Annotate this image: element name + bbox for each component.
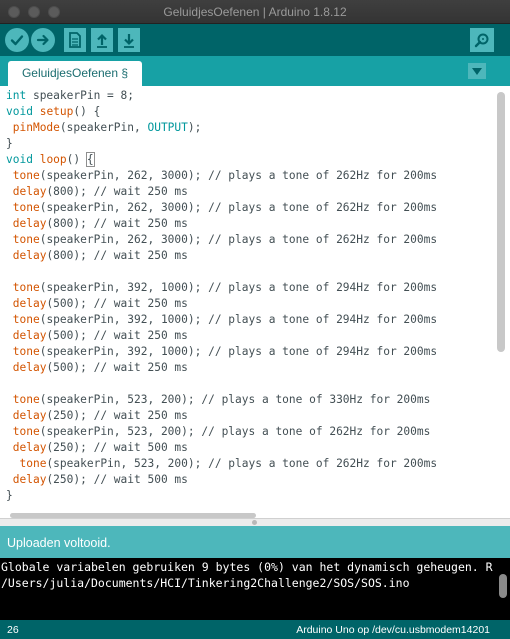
editor-vertical-scrollbar[interactable] <box>497 92 505 352</box>
code-line: delay(500); // wait 250 ms <box>12 329 188 342</box>
footer-bar: 26 Arduino Uno op /dev/cu.usbmodem14201 <box>0 620 510 639</box>
code-line: delay(500); // wait 250 ms <box>12 361 188 374</box>
code-line: tone(speakerPin, 262, 3000); // plays a … <box>12 169 438 182</box>
code-line: tone(speakerPin, 523, 200); // plays a t… <box>12 425 431 438</box>
code-line: void setup() { <box>6 105 101 118</box>
window-title: GeluidjesOefenen | Arduino 1.8.12 <box>163 5 347 19</box>
magnifier-icon <box>474 33 489 48</box>
code-line: ​ <box>6 376 437 392</box>
code-line: tone(speakerPin, 262, 3000); // plays a … <box>12 233 438 246</box>
code-line: tone(speakerPin, 262, 3000); // plays a … <box>12 201 438 214</box>
title-bar: GeluidjesOefenen | Arduino 1.8.12 <box>0 0 510 24</box>
console-line: Globale variabelen gebruiken 9 bytes (0%… <box>1 560 493 574</box>
code-editor[interactable]: int speakerPin = 8; void setup() { pinMod… <box>0 86 510 518</box>
console-output[interactable]: Globale variabelen gebruiken 9 bytes (0%… <box>0 558 510 620</box>
code-line: } <box>6 489 13 502</box>
arrow-right-icon <box>36 34 49 46</box>
code-line: delay(800); // wait 250 ms <box>12 249 188 262</box>
console-line: /Users/julia/Documents/HCI/Tinkering2Cha… <box>1 576 410 590</box>
tab-bar: GeluidjesOefenen § <box>0 56 510 86</box>
status-bar: Uploaden voltooid. <box>0 526 510 558</box>
serial-monitor-button[interactable] <box>470 28 494 52</box>
new-sketch-button[interactable] <box>64 28 86 52</box>
divider-handle[interactable] <box>252 520 257 525</box>
code-text[interactable]: int speakerPin = 8; void setup() { pinMod… <box>6 88 437 504</box>
upload-button[interactable] <box>31 28 55 52</box>
save-sketch-button[interactable] <box>118 28 140 52</box>
toolbar <box>0 24 510 56</box>
code-line: tone(speakerPin, 523, 200); // plays a t… <box>19 457 438 470</box>
status-message: Uploaden voltooid. <box>7 536 111 550</box>
tab-geluidjesoefenen[interactable]: GeluidjesOefenen § <box>8 61 142 86</box>
code-line: ​ <box>6 264 437 280</box>
board-port-info: Arduino Uno op /dev/cu.usbmodem14201 <box>296 624 490 636</box>
code-line: tone(speakerPin, 523, 200); // plays a t… <box>12 393 431 406</box>
verify-button[interactable] <box>5 28 29 52</box>
open-sketch-button[interactable] <box>91 28 113 52</box>
code-line: delay(250); // wait 250 ms <box>12 409 188 422</box>
file-icon <box>69 32 81 48</box>
triangle-down-icon <box>472 67 482 75</box>
code-line: pinMode(speakerPin, OUTPUT); <box>12 121 202 134</box>
console-scrollbar[interactable] <box>499 574 507 598</box>
arrow-down-icon <box>124 34 134 48</box>
code-line: int speakerPin = 8; <box>6 89 134 102</box>
code-line: tone(speakerPin, 392, 1000); // plays a … <box>12 313 438 326</box>
line-number: 26 <box>7 624 19 636</box>
code-line: tone(speakerPin, 392, 1000); // plays a … <box>12 345 438 358</box>
code-line: delay(250); // wait 500 ms <box>12 473 188 486</box>
code-line: tone(speakerPin, 392, 1000); // plays a … <box>12 281 438 294</box>
tab-menu-button[interactable] <box>468 63 486 79</box>
code-line: delay(250); // wait 500 ms <box>12 441 188 454</box>
code-line: } <box>6 137 13 150</box>
checkmark-icon <box>10 35 24 46</box>
code-line: delay(800); // wait 250 ms <box>12 185 188 198</box>
code-line: delay(800); // wait 250 ms <box>12 217 188 230</box>
arrow-up-icon <box>97 33 107 48</box>
code-line: void loop() { <box>6 152 95 167</box>
code-line: delay(500); // wait 250 ms <box>12 297 188 310</box>
pane-divider[interactable] <box>0 518 510 526</box>
